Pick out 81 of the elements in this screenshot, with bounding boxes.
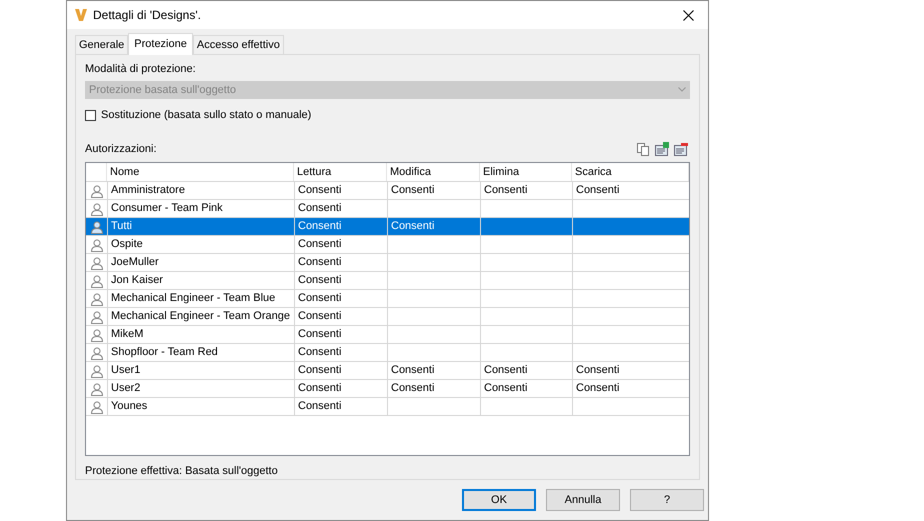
user-icon bbox=[90, 364, 104, 378]
table-row[interactable]: User2 Consenti Consenti Consenti Consenti bbox=[86, 379, 689, 398]
app-logo-icon bbox=[75, 9, 87, 21]
user-icon bbox=[90, 328, 104, 342]
table-cell-text: Consenti bbox=[576, 183, 620, 198]
table-cell: Younes bbox=[107, 398, 294, 416]
override-checkbox[interactable] bbox=[85, 110, 96, 121]
table-cell: Shopfloor - Team Red bbox=[107, 344, 294, 362]
table-cell: User2 bbox=[107, 380, 294, 398]
table-row[interactable]: Amministratore Consenti Consenti Consenti Consenti bbox=[86, 181, 689, 200]
table-row[interactable]: Shopfloor - Team Red Consenti bbox=[86, 343, 689, 362]
copy-icon[interactable] bbox=[636, 142, 650, 156]
section-label: Autorizzazioni: bbox=[85, 142, 158, 157]
table-cell: JoeMuller bbox=[107, 254, 294, 272]
user-icon bbox=[90, 400, 104, 414]
table-cell: Tutti bbox=[107, 218, 294, 236]
tab[interactable]: Accesso effettivo bbox=[192, 35, 284, 54]
column-header[interactable]: Modifica bbox=[387, 163, 480, 182]
table-cell-text: Consenti bbox=[298, 381, 342, 396]
table-cell-text: Consenti bbox=[298, 201, 342, 216]
table-cell-text: Consenti bbox=[298, 345, 342, 360]
table-row[interactable]: Mechanical Engineer - Team Orange Consenti bbox=[86, 307, 689, 326]
table-cell-text: Consenti bbox=[391, 363, 434, 378]
table-cell: Mechanical Engineer - Team Blue bbox=[107, 290, 294, 308]
user-icon bbox=[90, 220, 104, 234]
user-icon bbox=[90, 202, 104, 216]
table-row[interactable]: MikeM Consenti bbox=[86, 325, 689, 344]
table-cell-text: Consenti bbox=[298, 237, 342, 252]
table-cell-text: Consenti bbox=[298, 291, 342, 306]
table-row[interactable]: Jon Kaiser Consenti bbox=[86, 271, 689, 290]
table-cell-text: Consenti bbox=[484, 381, 528, 396]
tab[interactable]: Protezione bbox=[128, 33, 193, 55]
table-cell-text: Consenti bbox=[484, 363, 528, 378]
table-cell-text: Consenti bbox=[484, 183, 528, 198]
table-cell: Ospite bbox=[107, 236, 294, 254]
user-icon bbox=[90, 184, 104, 198]
table-cell-text: Consenti bbox=[298, 363, 342, 378]
table-row[interactable]: Tutti Consenti Consenti bbox=[86, 217, 689, 236]
effective-protection-text: Protezione effettiva: Basata sull'oggetto bbox=[85, 464, 279, 478]
user-icon bbox=[90, 274, 104, 288]
table-row[interactable]: Younes Consenti bbox=[86, 397, 689, 416]
user-icon bbox=[90, 346, 104, 360]
table-cell-text: Consenti bbox=[298, 309, 342, 324]
table-cell-text: Consenti bbox=[298, 219, 342, 234]
table-row[interactable]: Ospite Consenti bbox=[86, 235, 689, 254]
field-label: Modalità di protezione: bbox=[85, 62, 197, 77]
checkbox-label: Sostituzione (basata sullo stato o manuale) bbox=[101, 108, 312, 124]
table-cell: Jon Kaiser bbox=[107, 272, 294, 290]
table-cell-text: Consenti bbox=[576, 363, 620, 378]
table-cell-text: Consenti bbox=[298, 273, 342, 288]
table-row[interactable]: Mechanical Engineer - Team Blue Consenti bbox=[86, 289, 689, 308]
table-cell-text: Consenti bbox=[391, 219, 434, 234]
close-icon bbox=[682, 10, 694, 20]
table-cell-text: Consenti bbox=[298, 327, 342, 342]
window-title: Dettagli di 'Designs'. bbox=[93, 7, 202, 24]
table-cell: Mechanical Engineer - Team Orange bbox=[107, 308, 294, 326]
user-icon bbox=[90, 310, 104, 324]
table-cell-text: Consenti bbox=[391, 381, 434, 396]
table-cell: Amministratore bbox=[107, 182, 294, 200]
column-header[interactable]: Lettura bbox=[294, 163, 387, 182]
user-icon bbox=[90, 256, 104, 270]
table-cell-text: Consenti bbox=[298, 399, 342, 414]
table-row[interactable]: User1 Consenti Consenti Consenti Consenti bbox=[86, 361, 689, 380]
user-icon bbox=[90, 382, 104, 396]
dialog-button[interactable]: OK bbox=[462, 489, 536, 511]
table-cell: MikeM bbox=[107, 326, 294, 344]
column-header[interactable]: Nome bbox=[107, 163, 294, 182]
tab[interactable]: Generale bbox=[75, 35, 128, 54]
column-header[interactable]: Elimina bbox=[480, 163, 572, 182]
table-row[interactable]: JoeMuller Consenti bbox=[86, 253, 689, 272]
table-cell-text: Consenti bbox=[298, 183, 342, 198]
user-icon bbox=[90, 238, 104, 252]
column-header[interactable]: Scarica bbox=[572, 163, 689, 182]
dialog-button[interactable]: Annulla bbox=[546, 489, 620, 511]
table-cell: User1 bbox=[107, 362, 294, 380]
table-cell-text: Consenti bbox=[298, 255, 342, 270]
table-cell-text: Consenti bbox=[391, 183, 434, 198]
user-icon bbox=[90, 292, 104, 306]
chevron-down-icon bbox=[678, 87, 686, 92]
dialog-button[interactable]: ? bbox=[630, 489, 704, 511]
table-cell-text: Consenti bbox=[576, 381, 620, 396]
